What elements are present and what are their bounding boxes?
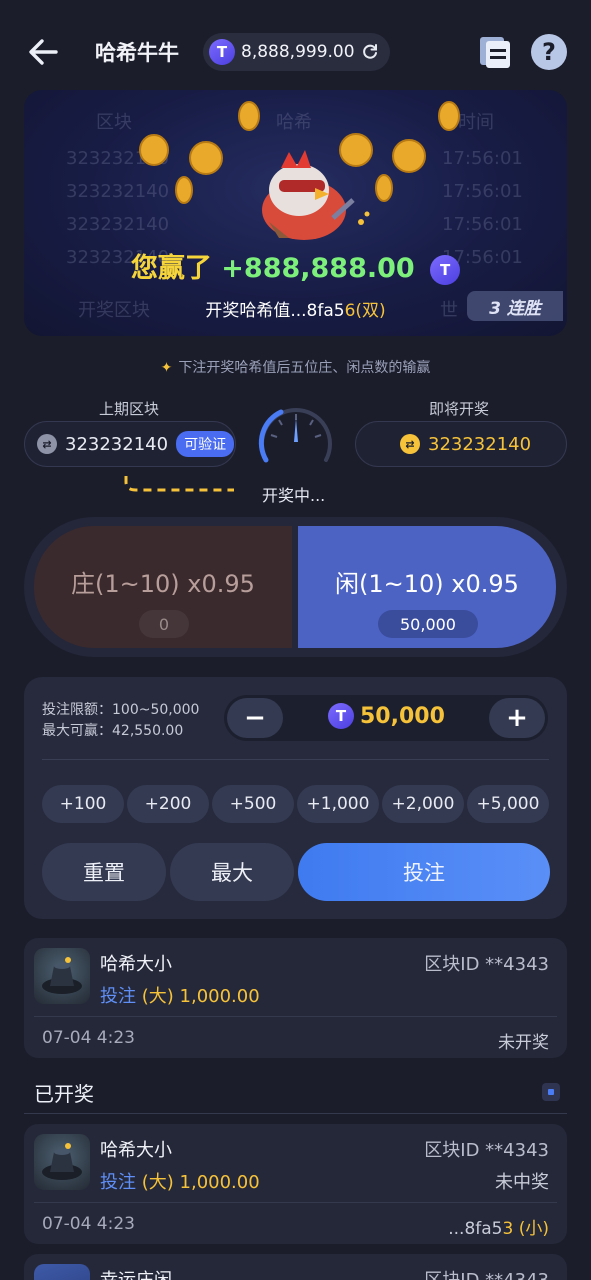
section-toggle-icon[interactable] (542, 1083, 560, 1101)
player-option[interactable]: 闲(1~10) x0.95 50,000 (298, 526, 556, 648)
record-game-name: 哈希大小 (100, 954, 172, 975)
record-time: 07-04 4:23 (42, 1214, 135, 1234)
win-label: 您赢了 (130, 253, 212, 284)
bet-label: 投注 (100, 1172, 136, 1193)
draw-hash-result: (双) (355, 301, 386, 321)
next-block-pill[interactable]: ⇄ 323232140 (355, 421, 567, 467)
balance-pill[interactable]: T 8,888,999.00 (203, 33, 390, 71)
streak-badge: 3 连胜 (467, 291, 563, 321)
drawing-status: 开奖中... (262, 486, 326, 505)
balance-value: 8,888,999.00 (241, 42, 355, 62)
increase-button[interactable]: + (489, 698, 545, 738)
block-icon: ⇄ (37, 434, 57, 454)
game-thumbnail (34, 948, 90, 1004)
rooster-mascot-icon (262, 150, 370, 240)
prev-block-label: 上期区块 (99, 400, 160, 418)
divider (42, 759, 549, 760)
magic-hat-icon (42, 1143, 82, 1180)
divider (34, 1016, 557, 1017)
bet-amount-display[interactable]: T 50,000 (328, 703, 445, 729)
bet-amount-stepper: − T 50,000 + (224, 695, 548, 741)
result-highlight: 3 (502, 1219, 514, 1239)
prev-block-pill[interactable]: ⇄ 323232140 可验证 (24, 421, 236, 467)
divider (34, 1202, 557, 1203)
game-thumbnail (34, 1264, 90, 1280)
record-block-id: 区块ID **4343 (424, 1266, 549, 1280)
bet-option-selector: 庄(1~10) x0.95 0 闲(1~10) x0.95 50,000 (24, 517, 567, 657)
chip-button[interactable]: +200 (127, 785, 209, 823)
top-bar: 哈希牛牛 T 8,888,999.00 ? (0, 0, 591, 100)
record-bet: 投注 (大) 1,000.00 (100, 982, 260, 1008)
bet-pick: (大) (141, 986, 174, 1007)
divider (24, 1113, 567, 1114)
bet-panel: 投注限额：100~50,000 最大可赢：42,550.00 − T 50,00… (24, 677, 567, 919)
result-suffix: (小) (513, 1219, 549, 1239)
banker-option[interactable]: 庄(1~10) x0.95 0 (34, 526, 292, 648)
chip-button[interactable]: +5,000 (467, 785, 549, 823)
bet-amount-value: 50,000 (360, 703, 445, 729)
token-coin-icon: T (209, 39, 235, 65)
section-title: 已开奖 (34, 1082, 94, 1106)
back-arrow-icon[interactable] (26, 36, 60, 68)
help-icon[interactable]: ? (531, 34, 567, 70)
record-block-id: 区块ID **4343 (424, 954, 549, 975)
record-game-name: 哈希大小 (100, 1140, 172, 1161)
rule-note-text: 下注开奖哈希值后五位庄、闲点数的输赢 (178, 360, 431, 376)
next-block-number: 323232140 (428, 433, 532, 455)
dashed-connector (124, 476, 234, 492)
chip-button[interactable]: +100 (42, 785, 124, 823)
rule-note: ✦ 下注开奖哈希值后五位庄、闲点数的输赢 (0, 357, 591, 377)
max-button[interactable]: 最大 (170, 843, 294, 901)
magic-hat-icon (42, 957, 82, 994)
chip-button[interactable]: +1,000 (297, 785, 379, 823)
draw-hash-highlight: 6 (344, 301, 356, 321)
token-coin-icon: T (328, 703, 354, 729)
record-time: 07-04 4:23 (42, 1028, 135, 1048)
record-block-id: 区块ID **4343 (424, 1140, 549, 1161)
page-title: 哈希牛牛 (95, 41, 179, 65)
bet-amount: 1,000.00 (179, 986, 260, 1007)
prev-block-number: 323232140 (65, 433, 169, 455)
bet-record-drawn[interactable]: 哈希大小 投注 (大) 1,000.00 区块ID **4343 未中奖 07-… (24, 1124, 567, 1244)
refresh-icon[interactable] (361, 43, 379, 61)
player-amount: 50,000 (378, 610, 478, 638)
reset-button[interactable]: 重置 (42, 843, 166, 901)
banker-amount: 0 (139, 610, 189, 638)
bet-record-pending[interactable]: 哈希大小 投注 (大) 1,000.00 区块ID **4343 07-04 4… (24, 938, 567, 1058)
records-icon[interactable] (477, 34, 513, 70)
block-icon: ⇄ (400, 434, 420, 454)
decrease-button[interactable]: − (227, 698, 283, 738)
bet-label: 投注 (100, 986, 136, 1007)
record-game-name: 幸运庄闲 (100, 1266, 172, 1280)
bet-amount: 1,000.00 (179, 1172, 260, 1193)
bet-record-drawn[interactable]: 幸运庄闲 区块ID **4343 (24, 1254, 567, 1280)
chip-button[interactable]: +2,000 (382, 785, 464, 823)
chip-button[interactable]: +500 (212, 785, 294, 823)
token-coin-icon: T (430, 254, 461, 285)
place-bet-button[interactable]: 投注 (298, 843, 550, 901)
record-bet: 投注 (大) 1,000.00 (100, 1168, 260, 1194)
verify-badge[interactable]: 可验证 (176, 431, 235, 457)
record-result: ...8fa53 (小) (448, 1214, 549, 1239)
bet-pick: (大) (141, 1172, 174, 1193)
banker-label: 庄(1~10) x0.95 (71, 570, 255, 598)
next-block-label: 即将开奖 (429, 400, 490, 418)
record-status: 未中奖 (495, 1172, 549, 1193)
win-banner: 区块 哈希 时间 323232140 17:56:01 323232140 17… (24, 90, 567, 336)
win-message: 您赢了 +888,888.00 T (24, 246, 567, 285)
result-prefix: ...8fa5 (448, 1219, 503, 1239)
player-label: 闲(1~10) x0.95 (335, 570, 519, 598)
bet-limit: 投注限额：100~50,000 (42, 702, 200, 718)
win-amount: +888,888.00 (221, 253, 415, 284)
record-status: 未开奖 (498, 1033, 549, 1053)
max-win: 最大可赢：42,550.00 (42, 723, 184, 739)
sparkle-icon: ✦ (160, 360, 173, 376)
draw-hash-prefix: 开奖哈希值...8fa5 (205, 301, 345, 321)
draw-timer-gauge (258, 408, 332, 463)
game-thumbnail (34, 1134, 90, 1190)
